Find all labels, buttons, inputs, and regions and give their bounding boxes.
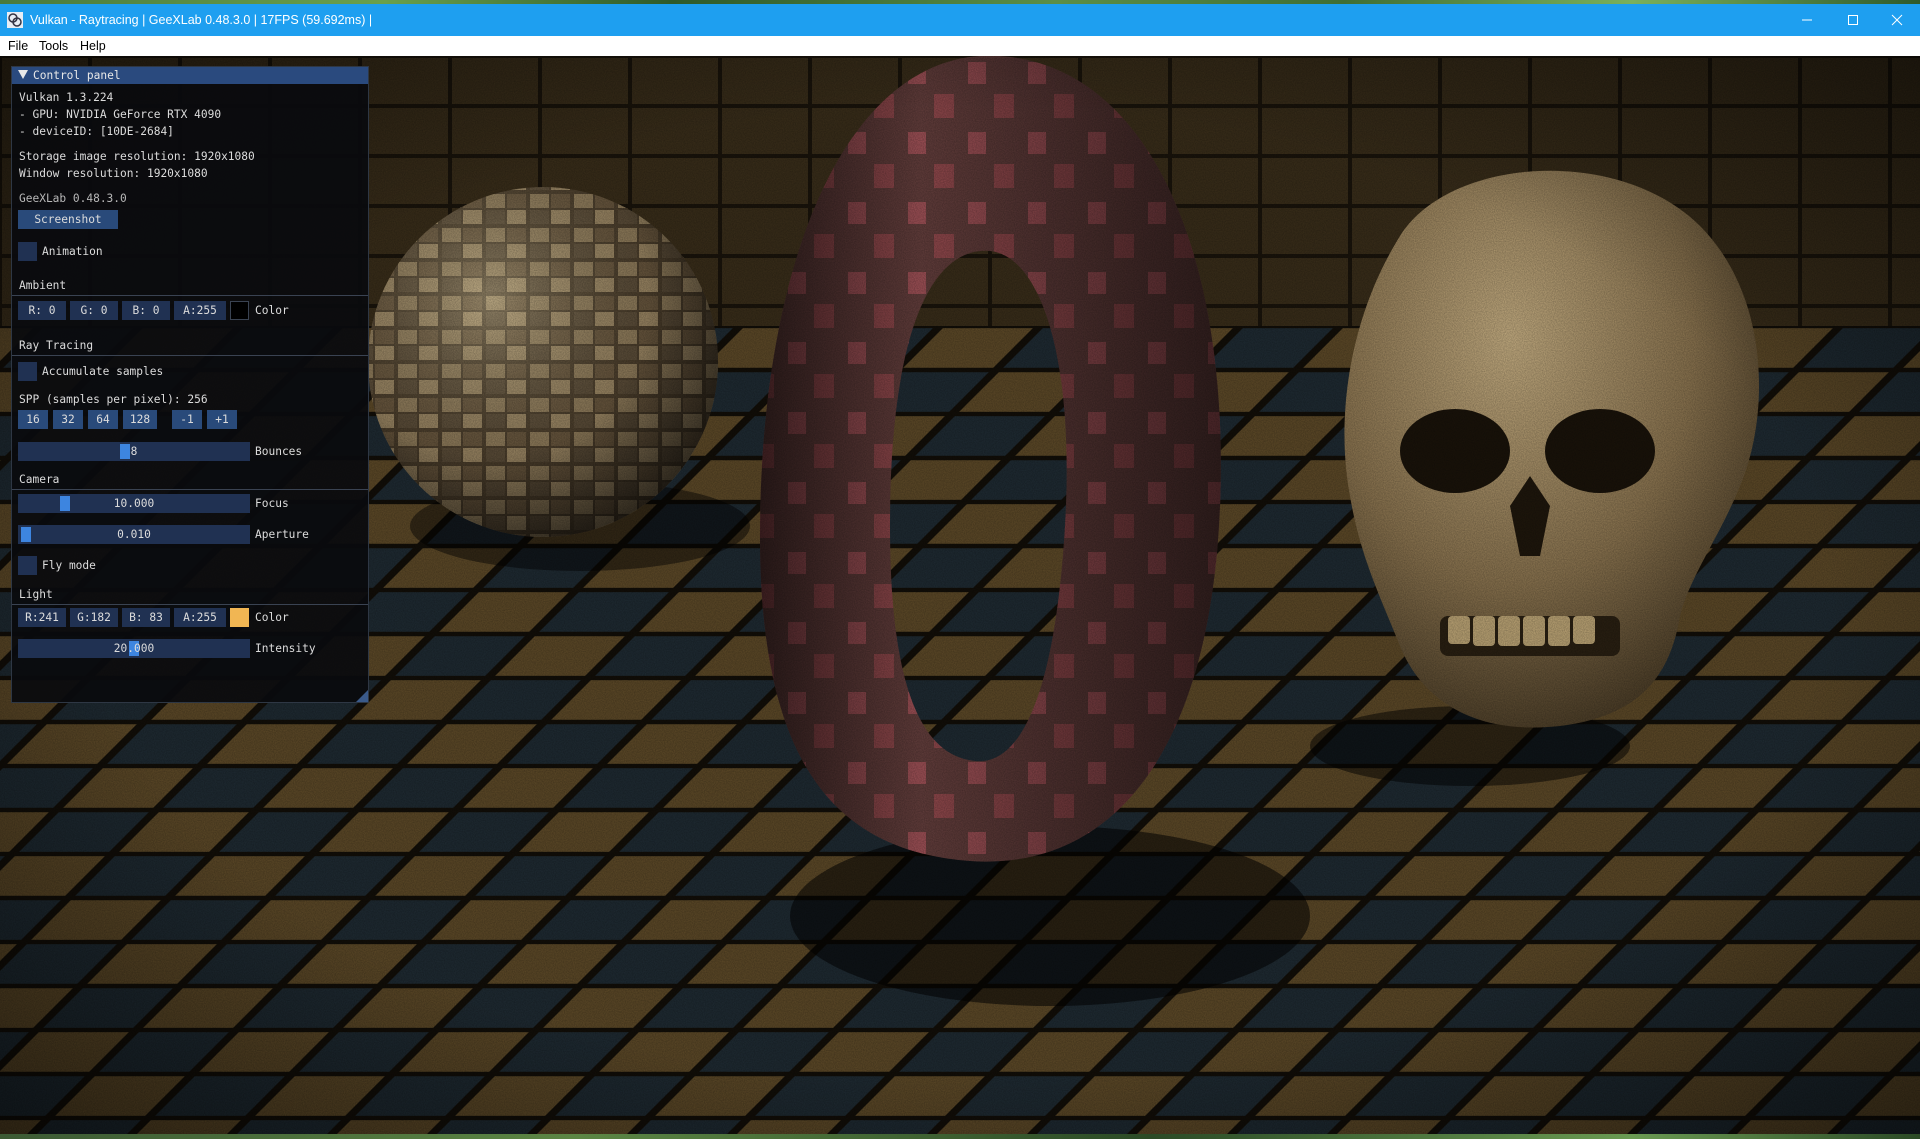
menu-file[interactable]: File <box>8 36 28 56</box>
vulkan-version: Vulkan 1.3.224 <box>19 91 114 104</box>
intensity-label: Intensity <box>255 642 316 655</box>
maximize-icon <box>1848 15 1858 25</box>
close-icon <box>1891 14 1903 26</box>
resize-grip[interactable] <box>356 690 368 702</box>
bounces-value: 8 <box>130 445 138 458</box>
ambient-b-field[interactable]: B: 0 <box>122 301 170 320</box>
camera-header: Camera <box>19 473 60 486</box>
control-panel[interactable]: Control panel Vulkan 1.3.224 - GPU: NVID… <box>11 66 369 703</box>
gpu-name: - GPU: NVIDIA GeForce RTX 4090 <box>19 108 222 121</box>
ambient-r-field[interactable]: R: 0 <box>18 301 66 320</box>
minimize-icon <box>1802 19 1812 21</box>
light-header: Light <box>19 588 53 601</box>
focus-slider[interactable]: 10.000 <box>18 494 250 513</box>
intensity-slider[interactable]: 20.000 <box>18 639 250 658</box>
desktop-strip-bottom <box>0 1134 1920 1139</box>
focus-value: 10.000 <box>113 497 155 510</box>
device-id: - deviceID: [10DE-2684] <box>19 125 174 138</box>
control-panel-titlebar[interactable]: Control panel <box>12 67 368 84</box>
light-b-field[interactable]: B: 83 <box>122 608 170 627</box>
minimize-button[interactable] <box>1784 4 1830 36</box>
raytracing-separator <box>12 355 368 356</box>
spp-plus-button[interactable]: +1 <box>207 410 237 429</box>
aperture-value: 0.010 <box>117 528 151 541</box>
ambient-header: Ambient <box>19 279 67 292</box>
aperture-label: Aperture <box>255 528 309 541</box>
fly-mode-label: Fly mode <box>42 559 96 572</box>
accumulate-samples-label: Accumulate samples <box>42 365 164 378</box>
light-color-swatch[interactable] <box>230 608 249 627</box>
control-panel-title: Control panel <box>33 69 121 82</box>
spp-128-button[interactable]: 128 <box>123 410 157 429</box>
ambient-color-label: Color <box>255 304 289 317</box>
animation-label: Animation <box>42 245 103 258</box>
menu-tools[interactable]: Tools <box>39 36 68 56</box>
spp-minus-button[interactable]: -1 <box>172 410 202 429</box>
maximize-button[interactable] <box>1830 4 1876 36</box>
light-color-label: Color <box>255 611 289 624</box>
focus-label: Focus <box>255 497 289 510</box>
light-r-field[interactable]: R:241 <box>18 608 66 627</box>
window-titlebar[interactable]: Vulkan - Raytracing | GeeXLab 0.48.3.0 |… <box>0 4 1920 36</box>
light-g-field[interactable]: G:182 <box>70 608 118 627</box>
ambient-g-field[interactable]: G: 0 <box>70 301 118 320</box>
close-button[interactable] <box>1874 4 1920 36</box>
window-resolution: Window resolution: 1920x1080 <box>19 167 208 180</box>
spp-32-button[interactable]: 32 <box>53 410 83 429</box>
bounces-slider[interactable]: 8 <box>18 442 250 461</box>
geexlab-icon <box>7 12 23 28</box>
accumulate-samples-checkbox[interactable] <box>18 362 37 381</box>
screenshot-button[interactable]: Screenshot <box>18 210 118 229</box>
aperture-slider[interactable]: 0.010 <box>18 525 250 544</box>
menu-help[interactable]: Help <box>80 36 106 56</box>
geexlab-version: GeeXLab 0.48.3.0 <box>19 192 127 205</box>
light-separator <box>12 604 368 605</box>
bounces-label: Bounces <box>255 445 303 458</box>
animation-checkbox[interactable] <box>18 242 37 261</box>
menu-bar: File Tools Help <box>0 36 1920 57</box>
window-title: Vulkan - Raytracing | GeeXLab 0.48.3.0 |… <box>30 13 373 27</box>
collapse-triangle-icon[interactable] <box>18 70 28 79</box>
fly-mode-checkbox[interactable] <box>18 556 37 575</box>
light-a-field[interactable]: A:255 <box>174 608 226 627</box>
intensity-value: 20.000 <box>113 642 155 655</box>
ambient-separator <box>12 295 368 296</box>
ambient-color-swatch[interactable] <box>230 301 249 320</box>
spp-64-button[interactable]: 64 <box>88 410 118 429</box>
spp-label: SPP (samples per pixel): 256 <box>19 393 208 406</box>
camera-separator <box>12 489 368 490</box>
raytracing-header: Ray Tracing <box>19 339 94 352</box>
storage-image-resolution: Storage image resolution: 1920x1080 <box>19 150 255 163</box>
spp-16-button[interactable]: 16 <box>18 410 48 429</box>
ambient-a-field[interactable]: A:255 <box>174 301 226 320</box>
